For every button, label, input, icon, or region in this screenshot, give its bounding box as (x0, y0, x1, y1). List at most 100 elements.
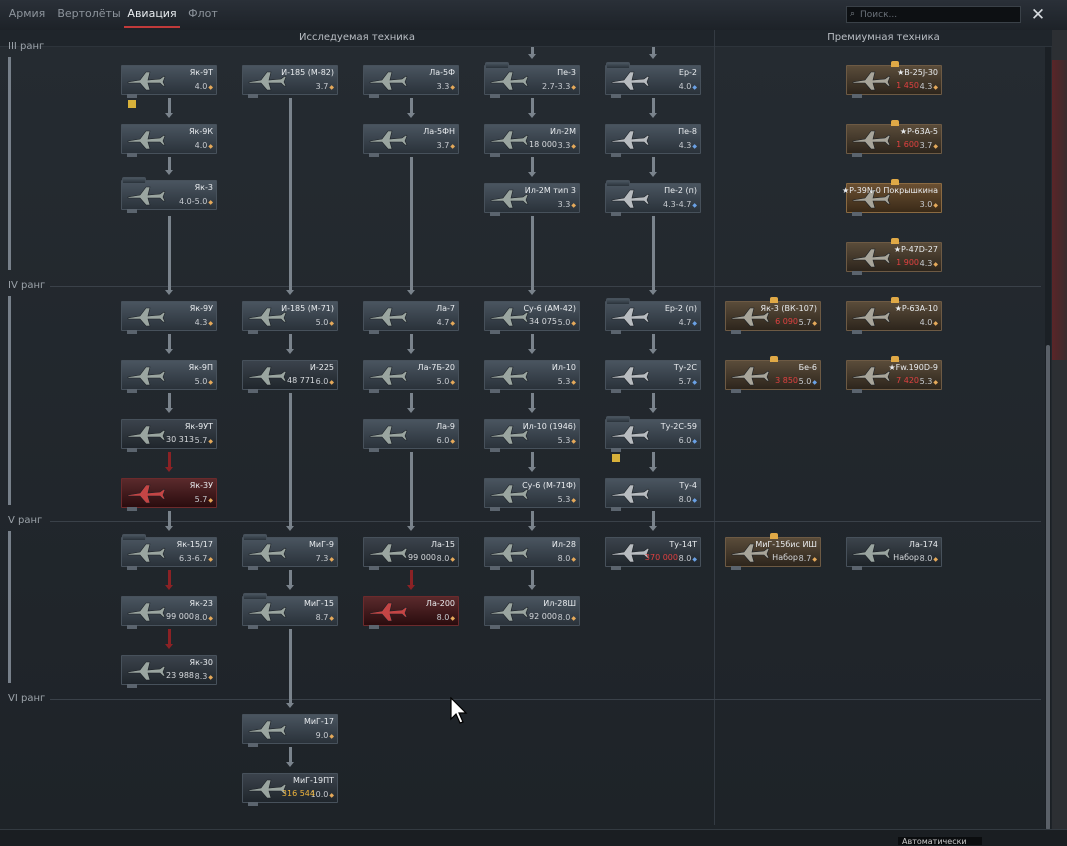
vehicle-card[interactable]: Як-9Т 4.0◆ (121, 65, 217, 108)
vehicle-name: МиГ-15бис ИШ (755, 540, 817, 549)
vehicle-name: ★B-25J-30 (897, 68, 938, 77)
vehicle-card[interactable]: Ла-9 6.0◆ (363, 419, 459, 452)
vehicle-card[interactable]: Ил-2М 3.3◆ 18 000 (484, 124, 580, 157)
country-icon: ◆ (933, 320, 938, 327)
tab-0[interactable]: Армия (0, 0, 54, 28)
vehicle-name: МиГ-9 (309, 540, 334, 549)
tab-3[interactable]: Флот (180, 0, 226, 28)
battle-rating-value: 9.0 (315, 731, 329, 740)
vehicle-card[interactable]: Ер-2 4.0◆ (605, 62, 701, 98)
vehicle-card[interactable]: ★P-39N-0 Покрышкина 3.0◆ (842, 179, 942, 216)
aircraft-icon (127, 366, 166, 386)
rank-label: III ранг (8, 41, 45, 52)
scrollbar-thumb[interactable] (1046, 345, 1050, 830)
aircraft-icon (248, 720, 287, 740)
card-slot-marker (369, 448, 379, 452)
vehicle-card[interactable]: ★P-63A-10 4.0◆ (846, 297, 942, 334)
vehicle-name: Пе-3 (557, 68, 576, 77)
battle-rating: 3.7◆ (437, 141, 455, 150)
search-input[interactable] (860, 7, 1018, 22)
card-slot-marker (611, 212, 621, 216)
tab-1[interactable]: Вертолёты (54, 0, 124, 28)
vehicle-card[interactable]: Ту-2С 5.7◆ (605, 360, 701, 393)
vehicle-card[interactable]: ★P-63A-5 3.7◆ 1 600 (846, 120, 942, 157)
vehicle-card[interactable]: И-185 (М-82) 3.7◆ (242, 65, 338, 98)
vehicle-name: Ла-9 (436, 422, 455, 431)
vehicle-card[interactable]: Як-23 8.0◆ 99 000 (121, 596, 217, 629)
vehicle-card[interactable]: Ла-15 8.0◆ 99 000 (363, 537, 459, 570)
vehicle-card[interactable]: Ла-5Ф 3.3◆ (363, 65, 459, 98)
search-box[interactable]: ⌕ (846, 6, 1021, 23)
vehicle-card[interactable]: Ту-14Т 8.0◆ 370 000 (605, 537, 701, 570)
vehicle-card[interactable]: Ил-10 5.3◆ (484, 360, 580, 393)
vehicle-card[interactable]: МиГ-9 7.3◆ (242, 534, 338, 570)
vehicle-card[interactable]: Ту-4 8.0◆ (605, 478, 701, 511)
vehicle-card[interactable]: Ил-28 8.0◆ (484, 537, 580, 570)
tree-connector (652, 216, 655, 290)
vehicle-card[interactable]: Ла-7 4.7◆ (363, 301, 459, 334)
vehicle-card[interactable]: Ту-2С-59 6.0◆ (605, 416, 701, 462)
aircraft-icon (369, 71, 408, 91)
card-slot-marker (852, 212, 862, 216)
vehicle-cost: Набор (893, 553, 919, 562)
vehicle-card[interactable]: МиГ-15 8.7◆ (242, 593, 338, 629)
vehicle-card[interactable]: ★P-47D-27 4.3◆ 1 900 (846, 238, 942, 275)
tab-2[interactable]: Авиация (124, 0, 180, 28)
vehicle-card[interactable]: Ил-10 (1946) 5.3◆ (484, 419, 580, 452)
vehicle-card[interactable]: Ла-7Б-20 5.0◆ (363, 360, 459, 393)
tree-arrow (528, 54, 536, 59)
vehicle-card[interactable]: Ла-174 8.0◆ Набор (846, 537, 942, 570)
vehicle-name: И-185 (М-82) (281, 68, 334, 77)
aircraft-icon (127, 71, 166, 91)
vehicle-card[interactable]: Як-3 4.0-5.0◆ (121, 177, 217, 213)
country-icon: ◆ (692, 202, 697, 209)
crown-icon (891, 179, 899, 185)
vehicle-card[interactable]: И-185 (М-71) 5.0◆ (242, 301, 338, 334)
vehicle-card[interactable]: МиГ-19ПТ 10.0◆ 316 544 (242, 773, 338, 806)
close-icon[interactable]: ✕ (1027, 4, 1049, 26)
vehicle-card[interactable]: Пе-3 2.7-3.3◆ (484, 62, 580, 98)
tree-arrow (407, 349, 415, 354)
vehicle-cost: 23 988 (166, 671, 194, 680)
vehicle-card[interactable]: Як-30 8.3◆ 23 988 (121, 655, 217, 688)
vehicle-card[interactable]: МиГ-17 9.0◆ (242, 714, 338, 747)
vehicle-card[interactable]: Як-9УТ 5.7◆ 30 313 (121, 419, 217, 452)
card-slot-marker (490, 566, 500, 570)
tree-connector (289, 393, 292, 526)
vehicle-card[interactable]: Як-9К 4.0◆ (121, 124, 217, 157)
tree-connector (289, 98, 292, 290)
tree-arrow (165, 467, 173, 472)
vehicle-name: Ил-10 (1946) (522, 422, 576, 431)
vehicle-card[interactable]: МиГ-15бис ИШ 8.7◆ Набор (725, 533, 821, 570)
rank-separator (50, 699, 1041, 700)
vehicle-card[interactable]: Ла-5ФН 3.7◆ (363, 124, 459, 157)
battle-rating-value: 8.0 (194, 613, 208, 622)
vehicle-card[interactable]: И-225 6.0◆ 48 771 (242, 360, 338, 393)
vehicle-card[interactable]: ★Fw.190D-9 5.3◆ 7 420 (846, 356, 942, 393)
vehicle-card[interactable]: Ил-28Ш 8.0◆ 92 000 (484, 596, 580, 629)
vehicle-card[interactable]: Як-3 (ВК-107) 5.7◆ 6 090 (725, 297, 821, 334)
vehicle-card[interactable]: Бе-6 5.0◆ 3 850 (725, 356, 821, 393)
battle-rating-value: 8.0 (919, 554, 933, 563)
vehicle-card[interactable]: Ил-2М тип 3 3.3◆ (484, 183, 580, 216)
tree-connector (531, 452, 534, 467)
battle-rating-value: 4.3 (919, 82, 933, 91)
card-slot-marker (127, 625, 137, 629)
battle-rating-value: 5.7 (678, 377, 692, 386)
vehicle-card[interactable]: Пе-2 (п) 4.3-4.7◆ (605, 180, 701, 216)
country-icon: ◆ (933, 143, 938, 150)
auto-button[interactable]: Автоматически (898, 837, 982, 845)
aircraft-icon (731, 366, 770, 386)
vehicle-card[interactable]: Су-6 (М-71Ф) 5.3◆ (484, 478, 580, 511)
vehicle-card[interactable]: Як-9У 4.3◆ (121, 301, 217, 334)
vehicle-card[interactable]: Ла-200 8.0◆ (363, 596, 459, 629)
vehicle-card[interactable]: Ер-2 (п) 4.7◆ (605, 298, 701, 334)
vehicle-card[interactable]: Як-15/17 6.3-6.7◆ (121, 534, 217, 570)
vehicle-card[interactable]: ★B-25J-30 4.3◆ 1 450 (846, 61, 942, 98)
country-icon: ◆ (208, 379, 213, 386)
vehicle-card[interactable]: Пе-8 4.3◆ (605, 124, 701, 157)
vehicle-card[interactable]: Як-9П 5.0◆ (121, 360, 217, 393)
vehicle-card[interactable]: Су-6 (АМ-42) 5.0◆ 34 075 (484, 301, 580, 334)
vehicle-card[interactable]: Як-3У 5.7◆ (121, 478, 217, 511)
vehicle-name: И-225 (309, 363, 334, 372)
